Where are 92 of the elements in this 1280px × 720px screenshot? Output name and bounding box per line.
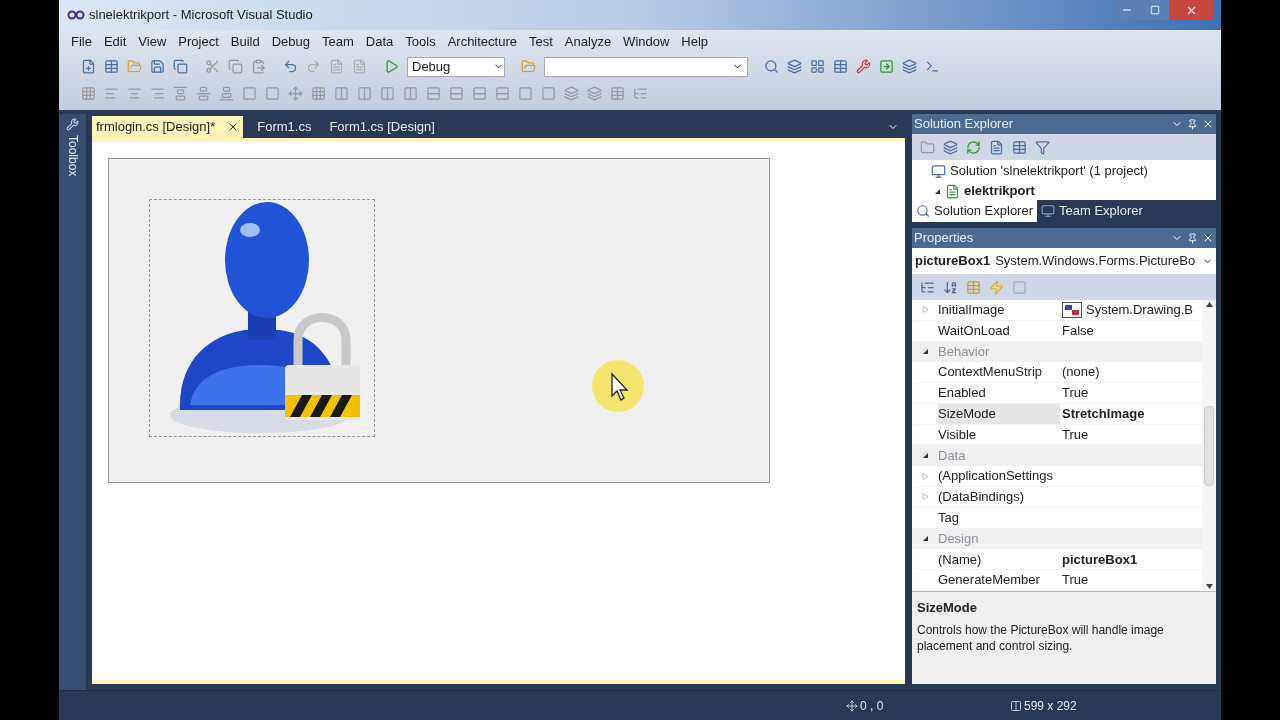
menu-item[interactable]: Build — [224, 31, 266, 52]
property-name[interactable]: Tag — [938, 507, 1060, 528]
menu-item[interactable]: Analyze — [558, 31, 618, 52]
maximize-icon — [1150, 5, 1160, 15]
category-label: Data — [938, 447, 966, 466]
menu-item[interactable]: Team — [316, 31, 360, 52]
property-name[interactable]: Visible — [938, 424, 1060, 445]
property-name[interactable]: ContextMenuStrip — [938, 362, 1060, 383]
size-text: 599 x 292 — [1024, 697, 1077, 715]
menu-item[interactable]: View — [132, 31, 173, 52]
panel-tab[interactable]: Solution Explorer — [912, 200, 1037, 222]
configuration-dropdown[interactable]: Debug — [407, 56, 505, 77]
scroll-thumb[interactable] — [1204, 405, 1214, 486]
property-row[interactable]: ContextMenuStrip (none) — [912, 362, 1202, 384]
description-title: SizeMode — [917, 599, 978, 617]
minimize-button[interactable] — [1113, 0, 1141, 20]
location-icon — [846, 699, 858, 712]
close-icon[interactable] — [1202, 232, 1214, 244]
collapsed-arrow-icon[interactable] — [921, 493, 929, 501]
property-value[interactable]: (none) — [1062, 362, 1100, 382]
property-row[interactable]: SizeMode StretchImage — [912, 403, 1202, 425]
property-name[interactable]: InitialImage — [938, 300, 1060, 320]
search-icon — [916, 204, 930, 218]
panel-title: Solution Explorer — [914, 115, 1014, 134]
menu-item[interactable]: Data — [359, 31, 400, 52]
property-value[interactable]: True — [1062, 570, 1089, 590]
menu-item[interactable]: Tools — [399, 31, 442, 52]
platform-dropdown[interactable] — [544, 56, 748, 77]
size-icon — [1010, 699, 1022, 712]
property-name[interactable]: (ApplicationSettings — [938, 466, 1060, 487]
property-row[interactable]: (Name) pictureBox1 — [912, 549, 1202, 571]
maximize-button[interactable] — [1141, 0, 1169, 20]
menu-item[interactable]: Window — [617, 31, 676, 52]
property-value[interactable]: True — [1062, 424, 1089, 445]
menu-item[interactable]: Architecture — [441, 31, 523, 52]
property-value[interactable]: StretchImage — [1062, 404, 1145, 424]
panel-tab[interactable]: Team Explorer — [1037, 200, 1147, 222]
menu-item[interactable]: Help — [675, 31, 715, 52]
menu-item[interactable]: Debug — [265, 31, 316, 52]
scroll-up-icon[interactable] — [1205, 302, 1213, 307]
collapsed-arrow-icon[interactable] — [921, 306, 929, 314]
location-text: 0 , 0 — [860, 697, 885, 715]
property-name[interactable]: (Name) — [938, 549, 1060, 570]
property-row[interactable]: Enabled True — [912, 383, 1202, 404]
object-type: System.Windows.Forms.PictureBo — [995, 252, 1197, 271]
scroll-down-icon[interactable] — [1205, 584, 1213, 589]
property-value[interactable]: True — [1062, 383, 1089, 403]
expanded-arrow-icon[interactable] — [921, 452, 929, 460]
expanded-arrow-icon[interactable] — [921, 348, 929, 356]
property-name[interactable]: (DataBindings) — [938, 487, 1060, 507]
close-icon[interactable] — [1202, 118, 1214, 130]
monitor-icon — [1041, 204, 1055, 218]
property-row[interactable]: GenerateMember True — [912, 570, 1202, 591]
property-row[interactable]: Tag — [912, 507, 1202, 529]
menu-item[interactable]: Edit — [97, 31, 133, 52]
property-row[interactable]: (DataBindings) — [912, 487, 1202, 508]
property-value[interactable]: False — [1062, 320, 1094, 341]
object-name: pictureBox1 — [915, 252, 991, 271]
property-name[interactable]: WaitOnLoad — [938, 320, 1060, 341]
tree-item[interactable]: Solution 'slnelektrikport' (1 project) — [950, 161, 1148, 181]
property-name[interactable]: GenerateMember — [938, 570, 1060, 590]
panel-title: Properties — [914, 229, 975, 248]
tree-item[interactable]: elektrikport — [964, 181, 1035, 200]
property-name[interactable]: Enabled — [938, 383, 1060, 403]
collapsed-arrow-icon[interactable] — [921, 472, 929, 480]
app-logo-icon — [67, 10, 85, 20]
solution-icon — [931, 163, 946, 179]
project-icon — [945, 183, 960, 199]
property-row[interactable]: (ApplicationSettings — [912, 466, 1202, 488]
category-label: Design — [938, 530, 979, 549]
description-text: Controls how the PictureBox will handle image placement and control sizing. — [917, 621, 1165, 654]
property-value[interactable]: System.Drawing.B — [1086, 300, 1193, 320]
pin-icon[interactable] — [1187, 118, 1198, 130]
document-tab[interactable]: frmlogin.cs [Design]* — [92, 116, 244, 138]
category-label: Behavior — [938, 343, 990, 362]
expanded-arrow-icon[interactable] — [934, 187, 941, 195]
document-tab[interactable]: Form1.cs — [253, 116, 316, 138]
expanded-arrow-icon[interactable] — [921, 535, 929, 543]
property-name[interactable]: SizeMode — [938, 403, 1060, 424]
property-value[interactable]: pictureBox1 — [1062, 549, 1138, 569]
pin-icon[interactable] — [1187, 232, 1198, 244]
object-selector[interactable]: pictureBox1 System.Windows.Forms.PictureBo — [912, 248, 1216, 274]
menu-item[interactable]: File — [65, 31, 98, 52]
document-tab[interactable]: Form1.cs [Design] — [325, 116, 439, 138]
close-button[interactable] — [1169, 0, 1213, 20]
menu-item[interactable]: Test — [523, 31, 559, 52]
toolbox-tab[interactable]: Toolbox — [63, 135, 82, 177]
window-title: slnelektrikport - Microsoft Visual Studio — [89, 6, 313, 25]
cursor-icon — [590, 358, 646, 414]
property-row[interactable]: InitialImage System.Drawing.B — [912, 300, 1202, 321]
menu-item[interactable]: Project — [172, 31, 225, 52]
property-row[interactable]: WaitOnLoad False — [912, 320, 1202, 342]
